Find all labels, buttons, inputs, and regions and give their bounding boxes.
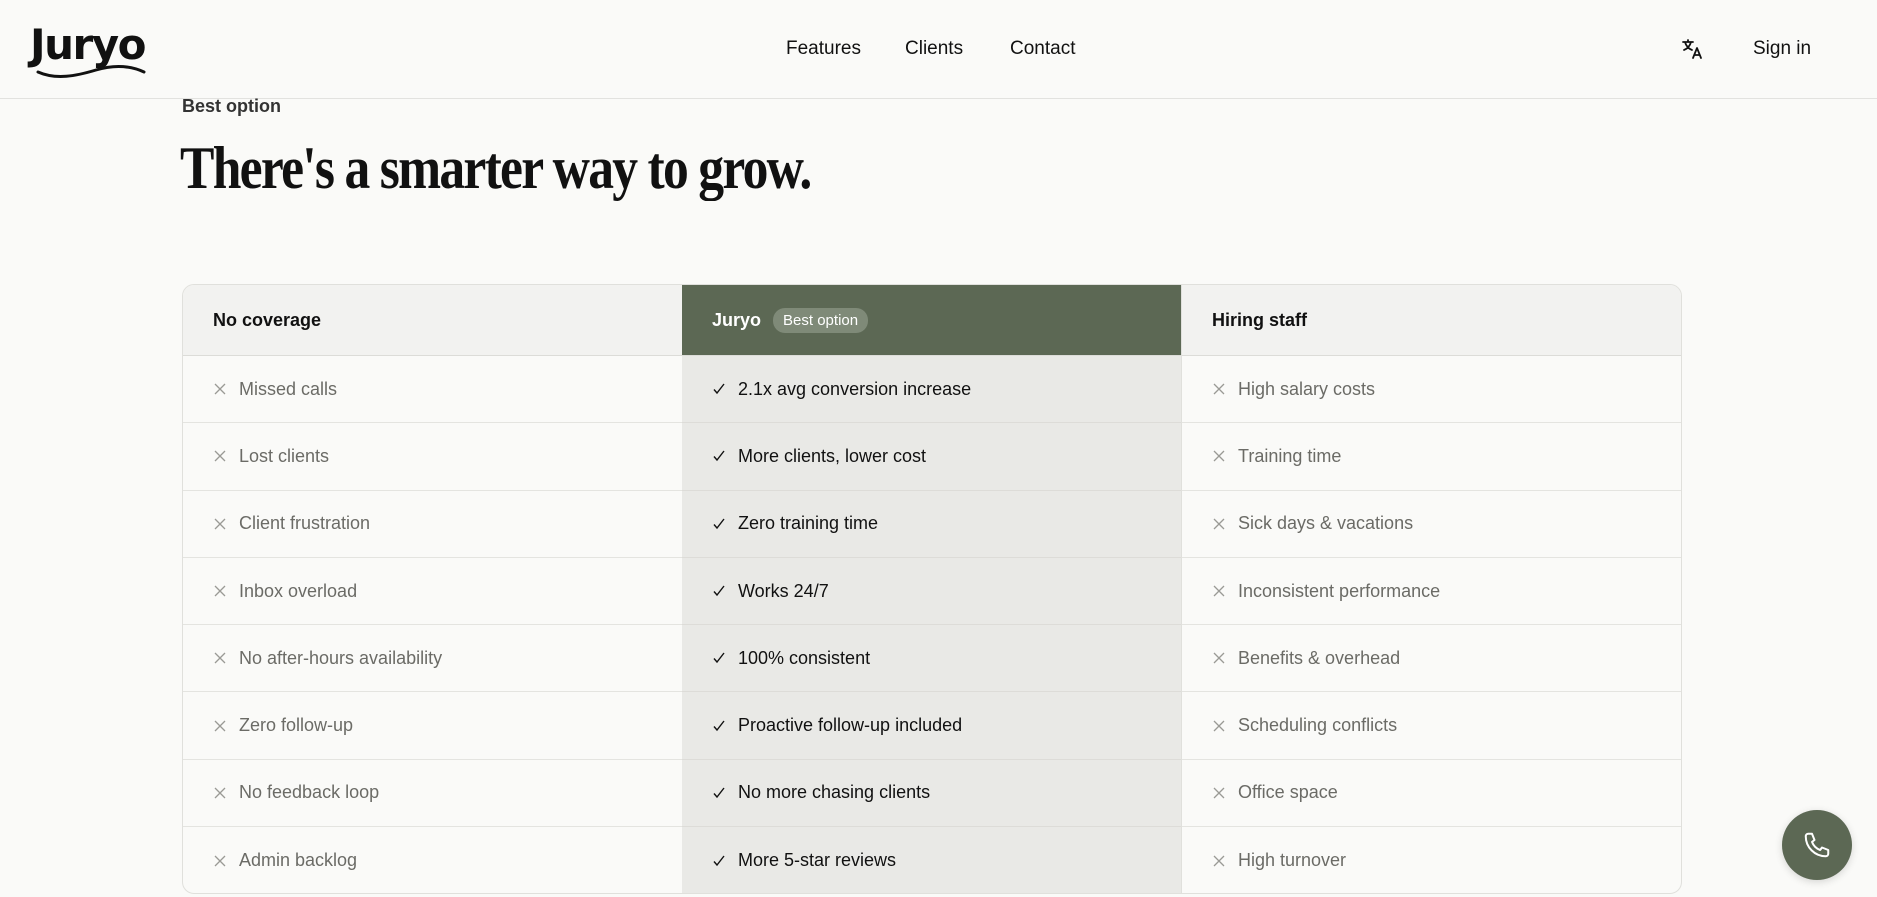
table-row: More clients, lower cost (682, 423, 1181, 491)
table-row: No more chasing clients (682, 760, 1181, 828)
column-header: Juryo Best option (682, 285, 1181, 356)
table-row: Lost clients (183, 423, 682, 491)
row-label: Admin backlog (239, 850, 358, 871)
table-row: Sick days & vacations (1182, 491, 1681, 558)
x-icon (213, 854, 239, 868)
check-icon (712, 449, 738, 463)
row-label: More 5-star reviews (738, 850, 897, 871)
row-label: Benefits & overhead (1238, 647, 1401, 668)
x-icon (213, 584, 239, 598)
check-icon (712, 786, 738, 800)
table-row: High salary costs (1182, 356, 1681, 424)
row-label: Inbox overload (239, 580, 358, 601)
table-row: 2.1x avg conversion increase (682, 356, 1181, 424)
row-label: 100% consistent (738, 647, 871, 668)
row-label: Sick days & vacations (1238, 513, 1414, 534)
check-icon (712, 517, 738, 531)
x-icon (213, 786, 239, 800)
x-icon (213, 651, 239, 665)
table-row: Admin backlog (183, 827, 682, 893)
table-row: More 5-star reviews (682, 827, 1181, 893)
x-icon (213, 719, 239, 733)
logo-swoosh (36, 64, 146, 78)
table-row: Scheduling conflicts (1182, 692, 1681, 760)
translate-icon[interactable] (1680, 37, 1704, 61)
x-icon (213, 517, 239, 531)
x-icon (1212, 449, 1238, 463)
phone-icon (1804, 832, 1830, 858)
row-label: No more chasing clients (738, 782, 931, 803)
nav-features[interactable]: Features (786, 38, 861, 60)
column-header: No coverage (183, 285, 682, 356)
x-icon (1212, 382, 1238, 396)
row-label: No after-hours availability (239, 647, 443, 668)
check-icon (712, 854, 738, 868)
row-label: 2.1x avg conversion increase (738, 378, 972, 399)
table-row: Inconsistent performance (1182, 558, 1681, 626)
row-label: Client frustration (239, 513, 371, 534)
table-row: Proactive follow-up included (682, 692, 1181, 760)
top-navigation-bar: Juryo Features Clients Contact Sign in (0, 0, 1877, 99)
x-icon (1212, 786, 1238, 800)
column-header: Hiring staff (1182, 285, 1681, 356)
table-row: Zero training time (682, 491, 1181, 558)
best-option-badge: Best option (773, 307, 869, 333)
nav-clients[interactable]: Clients (905, 38, 963, 60)
table-row: High turnover (1182, 827, 1681, 893)
row-label: Works 24/7 (738, 580, 829, 601)
row-label: Missed calls (239, 378, 338, 399)
row-label: Zero follow-up (239, 715, 354, 736)
row-label: High salary costs (1238, 378, 1376, 399)
row-label: Lost clients (239, 445, 330, 466)
table-row: Inbox overload (183, 558, 682, 626)
check-icon (712, 651, 738, 665)
section-headline: There's a smarter way to grow. (180, 135, 812, 201)
x-icon (213, 449, 239, 463)
nav-contact[interactable]: Contact (1010, 38, 1075, 60)
table-row: 100% consistent (682, 625, 1181, 693)
table-row: Office space (1182, 760, 1681, 828)
x-icon (1212, 719, 1238, 733)
row-label: Scheduling conflicts (1238, 715, 1398, 736)
table-row: Missed calls (183, 356, 682, 424)
column-hiring-staff: Hiring staff High salary costs Training t… (1181, 285, 1681, 893)
check-icon (712, 382, 738, 396)
column-no-coverage: No coverage Missed calls Lost clients Clie… (183, 285, 682, 893)
table-row: Works 24/7 (682, 558, 1181, 626)
table-row: Client frustration (183, 491, 682, 558)
row-label: Inconsistent performance (1238, 580, 1441, 601)
sign-in-link[interactable]: Sign in (1753, 38, 1811, 60)
check-icon (712, 584, 738, 598)
main-nav: Features Clients Contact (0, 38, 1877, 62)
check-icon (712, 719, 738, 733)
x-icon (1212, 651, 1238, 665)
table-row: Training time (1182, 423, 1681, 491)
x-icon (1212, 584, 1238, 598)
x-icon (213, 382, 239, 396)
row-label: Training time (1238, 445, 1342, 466)
call-button[interactable] (1782, 810, 1852, 880)
x-icon (1212, 517, 1238, 531)
row-label: Office space (1238, 782, 1338, 803)
row-label: More clients, lower cost (738, 445, 927, 466)
table-row: No after-hours availability (183, 625, 682, 693)
comparison-table: No coverage Missed calls Lost clients Clie… (182, 284, 1682, 894)
row-label: No feedback loop (239, 782, 380, 803)
table-row: No feedback loop (183, 760, 682, 828)
table-row: Benefits & overhead (1182, 625, 1681, 693)
column-juryo: Juryo Best option 2.1x avg conversion in… (682, 285, 1181, 893)
column-title: Juryo (712, 309, 762, 330)
table-row: Zero follow-up (183, 692, 682, 760)
section-eyebrow: Best option (182, 96, 281, 116)
row-label: Zero training time (738, 513, 879, 534)
x-icon (1212, 854, 1238, 868)
row-label: Proactive follow-up included (738, 715, 963, 736)
row-label: High turnover (1238, 850, 1347, 871)
